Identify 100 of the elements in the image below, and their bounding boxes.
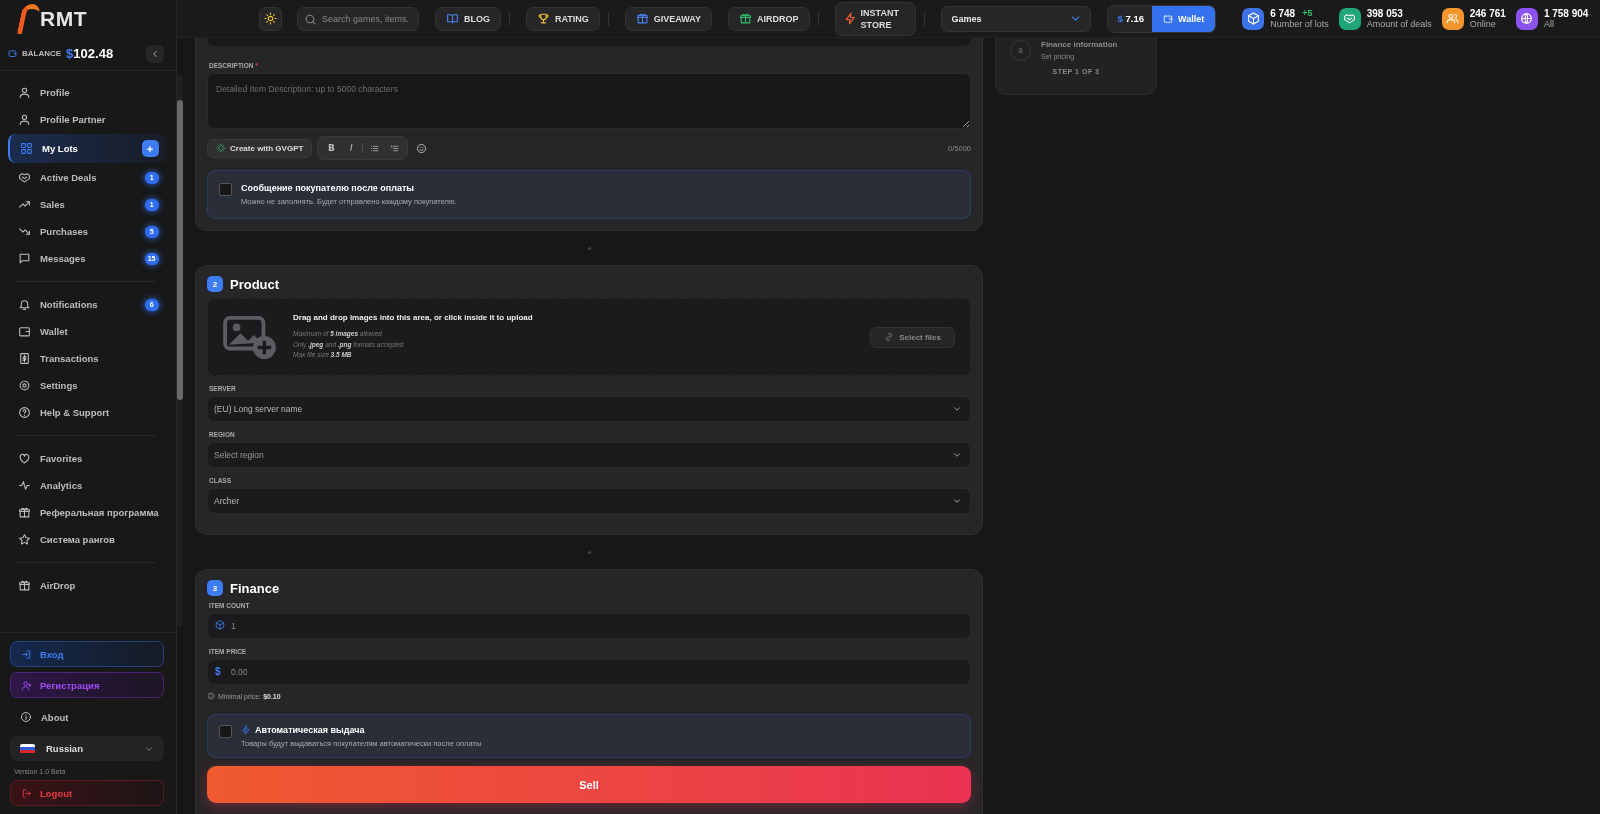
step-title: Finance information <box>1041 40 1118 49</box>
dropdown-field[interactable]: Select region <box>207 442 971 468</box>
about-link[interactable]: About <box>10 703 164 731</box>
logout-icon <box>21 787 32 799</box>
checkbox[interactable] <box>219 183 232 196</box>
register-button[interactable]: Регистрация <box>10 672 164 698</box>
gift-icon <box>739 12 753 25</box>
pulse-icon <box>18 479 31 492</box>
bold-button[interactable]: B <box>322 139 341 157</box>
instant-store-button[interactable]: INSTANT STORE <box>834 1 916 36</box>
search-field[interactable]: Search games, items. <box>297 6 419 31</box>
numbered-list-icon <box>389 143 399 153</box>
grid-icon <box>20 142 33 155</box>
add-image-icon <box>223 314 277 360</box>
italic-button[interactable]: I <box>342 139 361 157</box>
dropdown-field[interactable]: (EU) Long server name <box>207 396 971 422</box>
step-number: 2 <box>207 276 223 292</box>
select-files-button[interactable]: Select files <box>870 326 955 348</box>
gift-icon <box>635 12 649 25</box>
balance-amount: $102.48 <box>66 46 114 61</box>
count-field[interactable]: 1 <box>207 613 971 639</box>
dropdown-field[interactable]: Archer <box>207 488 971 514</box>
wallet-icon <box>1163 13 1173 24</box>
section-title: Product <box>230 276 280 292</box>
upload-instructions: Drag and drop images into this area, or click inside it to upload <box>293 313 534 323</box>
sidebar-item[interactable]: Settings <box>8 372 167 399</box>
sidebar-item[interactable]: My Lots <box>8 134 167 163</box>
help-icon <box>18 406 31 419</box>
add-button[interactable] <box>141 140 159 157</box>
up-icon <box>18 198 31 211</box>
msg-icon <box>18 252 31 265</box>
option-title: Автоматическая выдача <box>255 725 365 735</box>
collapse-button[interactable] <box>146 44 164 63</box>
stat-label: Number of lots <box>1270 19 1329 29</box>
option-title: Сообщение покупателю после оплаты <box>241 183 415 193</box>
heart-icon <box>18 452 31 465</box>
info-icon <box>20 711 32 723</box>
sidebar-item[interactable]: Profile <box>8 79 167 106</box>
nav-link[interactable]: BLOG <box>435 6 501 31</box>
checkbox[interactable] <box>219 725 232 738</box>
flag-icon <box>20 743 35 754</box>
nav-link[interactable]: RATING <box>526 6 600 31</box>
chevron-down-icon <box>952 496 962 506</box>
bell-icon <box>18 298 31 311</box>
chevron-down-icon <box>952 450 962 460</box>
wallet-button[interactable]: Wallet <box>1152 5 1216 32</box>
user-icon <box>18 113 31 126</box>
currency-symbol: $ <box>215 666 221 678</box>
user-plus-icon <box>21 679 32 691</box>
wallet-icon <box>18 325 31 338</box>
gift-icon <box>18 579 31 592</box>
sidebar-item[interactable]: Система рангов <box>8 526 167 553</box>
sidebar-item[interactable]: Реферальная программа <box>8 499 167 526</box>
ai-generate-button[interactable]: Create with GVGPT <box>207 138 313 158</box>
stat-value: 246 761 <box>1469 8 1506 19</box>
smiley-icon <box>415 142 427 154</box>
bolt-icon <box>241 725 251 735</box>
logout-button[interactable]: Logout <box>10 780 164 806</box>
balance-label: BALANCE <box>22 49 62 58</box>
plus-icon <box>145 143 156 154</box>
star-icon <box>18 533 31 546</box>
stat-value: 1 758 904 <box>1543 8 1589 19</box>
stat-label: All <box>1543 19 1555 29</box>
book-icon <box>446 12 459 25</box>
info-icon <box>207 692 215 700</box>
stat-delta: +5 <box>1302 8 1313 19</box>
sidebar-item[interactable]: Analytics <box>8 472 167 499</box>
sidebar-item[interactable]: Help & Support <box>8 399 167 426</box>
stat-label: Online <box>1469 19 1497 29</box>
chevron-down-icon <box>952 404 962 414</box>
nav-link[interactable]: AIRDROP <box>728 6 810 31</box>
stat-value: 6 748 <box>1270 8 1296 19</box>
sparkle-icon <box>216 143 226 153</box>
login-button[interactable]: Вход <box>10 641 164 667</box>
sell-button[interactable]: Sell <box>207 766 971 803</box>
nav-link[interactable]: GIVEAWAY <box>624 6 713 31</box>
sidebar-item[interactable]: Transactions <box>8 345 167 372</box>
sidebar-item[interactable]: Profile Partner <box>8 106 167 133</box>
description-field[interactable]: Detailed Item Description: up to 5000 characters <box>207 73 971 129</box>
chevron-left-icon <box>150 48 160 59</box>
search-icon <box>304 12 317 26</box>
logo[interactable]: RMT <box>20 3 87 34</box>
theme-toggle[interactable] <box>259 6 282 31</box>
login-icon <box>21 648 32 660</box>
language-select[interactable]: Russian <box>10 736 164 761</box>
sidebar-item[interactable]: AirDrop <box>8 572 167 599</box>
step-number: 3 <box>207 580 223 596</box>
gift-icon <box>18 506 31 519</box>
bolt-icon <box>843 12 857 25</box>
sun-icon <box>264 12 277 25</box>
category-select[interactable]: Games <box>940 5 1091 32</box>
trophy-icon <box>537 12 550 25</box>
wallet-amount: $ 7.16 <box>1116 12 1145 26</box>
user-icon <box>18 86 31 99</box>
stat-label: Amount of deals <box>1366 19 1432 29</box>
sidebar-item[interactable]: Favorites <box>8 445 167 472</box>
stat-value: 398 053 <box>1366 8 1403 19</box>
cube-icon <box>215 620 225 630</box>
sidebar-item[interactable]: Wallet <box>8 318 167 345</box>
scrollbar[interactable] <box>176 75 183 626</box>
